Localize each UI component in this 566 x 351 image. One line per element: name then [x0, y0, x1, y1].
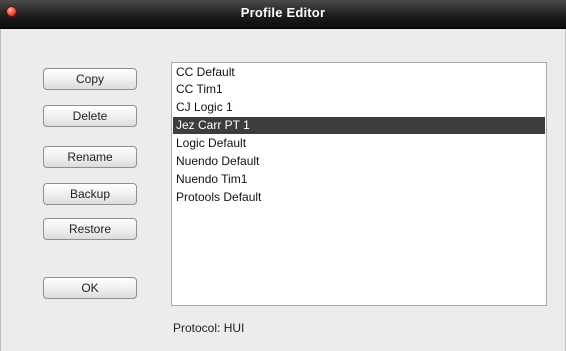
list-item[interactable]: Logic Default [173, 135, 545, 152]
list-item[interactable]: Nuendo Tim1 [173, 171, 545, 188]
copy-button[interactable]: Copy [43, 68, 137, 90]
list-item[interactable]: Protools Default [173, 189, 545, 206]
list-item[interactable]: CC Default [173, 64, 545, 81]
window-title: Profile Editor [240, 5, 326, 20]
profile-list[interactable]: CC Default CC Tim1 CJ Logic 1 Jez Carr P… [171, 62, 547, 306]
restore-button[interactable]: Restore [43, 218, 137, 240]
backup-button[interactable]: Backup [43, 183, 137, 205]
list-item[interactable]: CC Tim1 [173, 81, 545, 98]
list-item[interactable]: Nuendo Default [173, 153, 545, 170]
delete-button[interactable]: Delete [43, 105, 137, 127]
rename-button[interactable]: Rename [43, 146, 137, 168]
protocol-label: Protocol: HUI [173, 321, 245, 335]
dialog-content: Copy Delete Rename Backup Restore OK CC … [0, 29, 566, 351]
profile-editor-window: Profile Editor Copy Delete Rename Backup… [0, 0, 566, 351]
list-item-selected[interactable]: Jez Carr PT 1 [173, 117, 545, 134]
ok-button[interactable]: OK [43, 277, 137, 299]
title-bar[interactable]: Profile Editor [0, 0, 566, 29]
list-item[interactable]: CJ Logic 1 [173, 99, 545, 116]
